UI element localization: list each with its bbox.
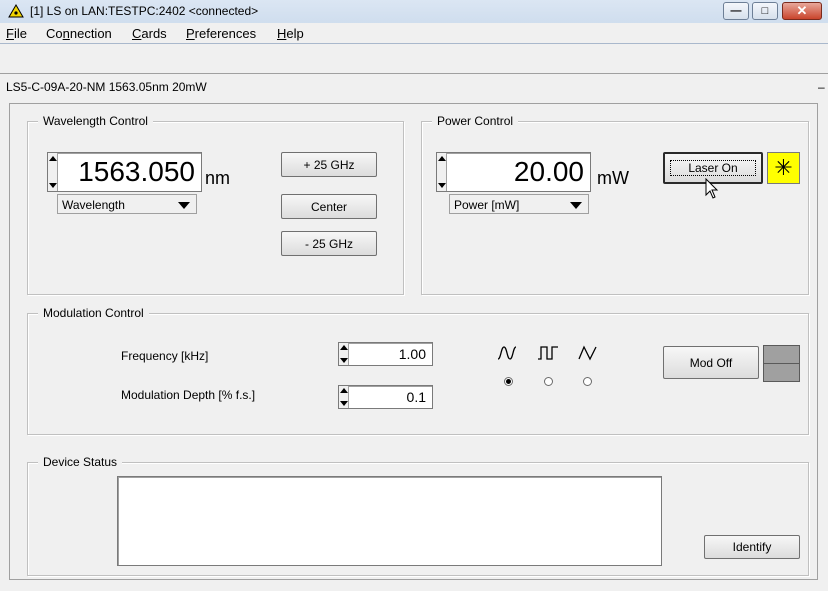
power-spinner[interactable] [437, 153, 447, 191]
triangle-radio[interactable] [583, 377, 592, 386]
mod-off-button[interactable]: Mod Off [663, 346, 759, 379]
wavelength-spinner[interactable] [48, 153, 58, 191]
wavelength-value: 1563.050 [78, 156, 195, 187]
spin-down-icon [49, 183, 57, 188]
square-wave-icon [538, 346, 558, 360]
close-button[interactable]: ✕ [782, 2, 822, 20]
power-unit: mW [597, 168, 629, 188]
wavelength-title: Wavelength Control [38, 114, 153, 128]
device-model: LS5-C-09A-20-NM 1563.05nm 20mW [6, 80, 207, 94]
chevron-down-icon [570, 202, 582, 209]
frequency-spinner[interactable] [339, 343, 349, 365]
close-icon: ✕ [796, 3, 808, 18]
spin-up-icon [438, 156, 446, 161]
spin-down-icon [340, 358, 348, 363]
menu-bar: File Connection Cards Preferences Help [0, 23, 828, 43]
maximize-icon: □ [761, 5, 769, 17]
square-radio[interactable] [544, 377, 553, 386]
frequency-input[interactable]: 1.00 [338, 342, 433, 366]
sine-wave-icon [497, 346, 517, 360]
sine-radio[interactable] [504, 377, 513, 386]
minimize-button[interactable]: — [723, 2, 749, 20]
frequency-value: 1.00 [398, 346, 426, 362]
depth-spinner[interactable] [339, 386, 349, 408]
menu-file[interactable]: File [6, 26, 27, 41]
menu-help[interactable]: Help [277, 26, 304, 41]
maximize-button[interactable]: □ [752, 2, 778, 20]
spin-up-icon [340, 345, 348, 350]
depth-value: 0.1 [406, 389, 426, 405]
chevron-down-icon [178, 202, 190, 209]
modulation-title: Modulation Control [38, 306, 149, 320]
wavelength-input[interactable]: 1563.050 [47, 152, 202, 192]
spin-down-icon [438, 183, 446, 188]
identify-button[interactable]: Identify [704, 535, 800, 559]
spin-up-icon [49, 156, 57, 161]
minus-25ghz-button[interactable]: - 25 GHz [281, 231, 377, 256]
triangle-wave-icon [578, 345, 597, 361]
frequency-label: Frequency [kHz] [121, 349, 209, 363]
window-title: [1] LS on LAN:TESTPC:2402 <connected> [30, 4, 259, 18]
plus-25ghz-button[interactable]: + 25 GHz [281, 152, 377, 177]
power-title: Power Control [432, 114, 519, 128]
menu-preferences[interactable]: Preferences [186, 26, 256, 41]
minimize-icon: — [730, 5, 742, 17]
depth-input[interactable]: 0.1 [338, 385, 433, 409]
status-textarea[interactable] [117, 476, 662, 566]
status-title: Device Status [38, 455, 123, 469]
spin-down-icon [340, 401, 348, 406]
depth-label: Modulation Depth [% f.s.] [121, 388, 256, 402]
wavelength-mode-dropdown[interactable]: Wavelength [57, 194, 197, 214]
menu-connection[interactable]: Connection [46, 26, 112, 41]
power-mode-dropdown[interactable]: Power [mW] [449, 194, 589, 214]
power-value: 20.00 [513, 156, 584, 187]
mouse-cursor-icon [705, 178, 719, 199]
menu-cards[interactable]: Cards [132, 26, 167, 41]
model-bar [0, 44, 828, 74]
laser-indicator-icon: ✳ [774, 155, 793, 180]
wavelength-unit: nm [205, 168, 231, 188]
mod-indicator [763, 345, 800, 382]
laser-warning-icon [8, 4, 24, 18]
power-input[interactable]: 20.00 [436, 152, 591, 192]
model-trailing: – [818, 80, 825, 94]
center-button[interactable]: Center [281, 194, 377, 219]
laser-indicator: ✳ [767, 152, 800, 184]
spin-up-icon [340, 388, 348, 393]
